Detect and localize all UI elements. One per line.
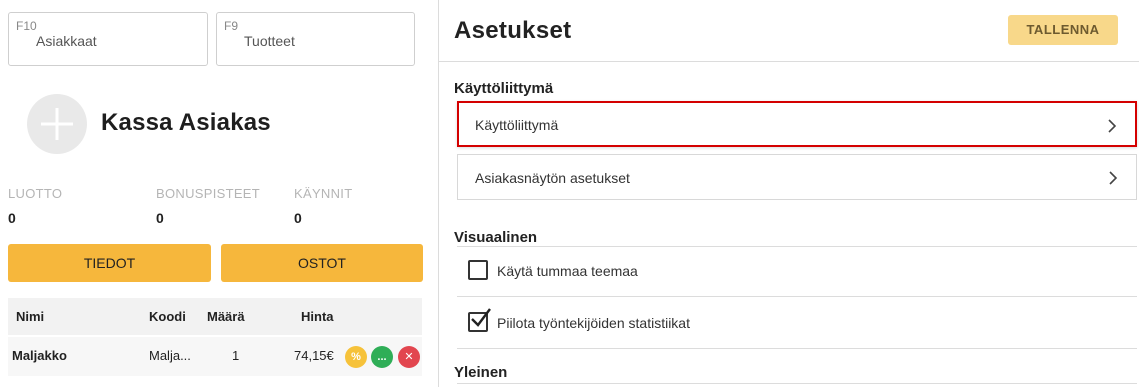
percent-icon[interactable]: %: [345, 346, 367, 368]
shortcut-key: F9: [224, 19, 239, 33]
details-button[interactable]: TIEDOT: [8, 244, 211, 282]
visits-label: KÄYNNIT: [294, 186, 353, 201]
checkbox-label: Käytä tummaa teemaa: [497, 263, 638, 279]
divider: [457, 296, 1137, 297]
list-item-label: Käyttöliittymä: [475, 117, 559, 133]
divider: [457, 383, 1137, 384]
visits-value: 0: [294, 210, 302, 226]
section-heading-ui: Käyttöliittymä: [454, 80, 554, 97]
bonus-points-label: BONUSPISTEET: [156, 186, 261, 201]
credit-label: LUOTTO: [8, 186, 63, 201]
plus-icon: [41, 108, 73, 140]
customer-display-settings-item[interactable]: Asiakasnäytön asetukset: [457, 154, 1137, 200]
divider: [457, 246, 1137, 247]
customer-name: Kassa Asiakas: [101, 109, 271, 136]
item-price: 74,15€: [294, 348, 334, 363]
column-header-quantity: Määrä: [207, 309, 245, 324]
checkbox-label: Piilota työntekijöiden statistiikat: [497, 315, 690, 331]
more-icon[interactable]: ...: [371, 346, 393, 368]
hide-employee-stats-checkbox[interactable]: Piilota työntekijöiden statistiikat: [457, 300, 1137, 346]
purchases-button[interactable]: OSTOT: [221, 244, 423, 282]
close-icon[interactable]: ✕: [398, 346, 420, 368]
shortcut-key: F10: [16, 19, 37, 33]
list-item-label: Asiakasnäytön asetukset: [475, 170, 630, 186]
section-heading-visual: Visuaalinen: [454, 229, 538, 246]
ui-settings-item[interactable]: Käyttöliittymä: [457, 101, 1137, 147]
shortcut-label: Tuotteet: [244, 33, 295, 49]
item-quantity: 1: [232, 348, 240, 363]
checkmark-icon: [471, 308, 491, 327]
customer-panel: F10 Asiakkaat F9 Tuotteet Kassa Asiakas …: [0, 0, 430, 387]
table-row[interactable]: Maljakko Malja... 1 74,15€ % ... ✕: [8, 337, 422, 376]
column-header-code: Koodi: [149, 309, 186, 324]
checkbox-unchecked[interactable]: [468, 260, 488, 280]
customers-shortcut-button[interactable]: F10 Asiakkaat: [8, 12, 208, 66]
save-button[interactable]: TALLENNA: [1008, 15, 1118, 45]
products-shortcut-button[interactable]: F9 Tuotteet: [216, 12, 415, 66]
dark-theme-checkbox[interactable]: Käytä tummaa teemaa: [457, 248, 1137, 294]
header-divider: [439, 61, 1139, 62]
shortcut-label: Asiakkaat: [36, 33, 97, 49]
column-header-name: Nimi: [16, 309, 45, 324]
add-customer-avatar[interactable]: [27, 94, 87, 154]
credit-value: 0: [8, 210, 16, 226]
item-code: Malja...: [149, 348, 191, 363]
item-name: Maljakko: [12, 348, 67, 363]
chevron-right-icon: [1108, 119, 1117, 133]
cart-table-header: Nimi Koodi Määrä Hinta: [8, 298, 422, 335]
column-header-price: Hinta: [301, 309, 334, 324]
bonus-points-value: 0: [156, 210, 164, 226]
chevron-right-icon: [1109, 171, 1118, 185]
divider: [457, 348, 1137, 349]
page-title: Asetukset: [454, 17, 572, 44]
section-heading-general: Yleinen: [454, 364, 508, 381]
settings-panel: Asetukset TALLENNA Käyttöliittymä Käyttö…: [439, 0, 1139, 387]
